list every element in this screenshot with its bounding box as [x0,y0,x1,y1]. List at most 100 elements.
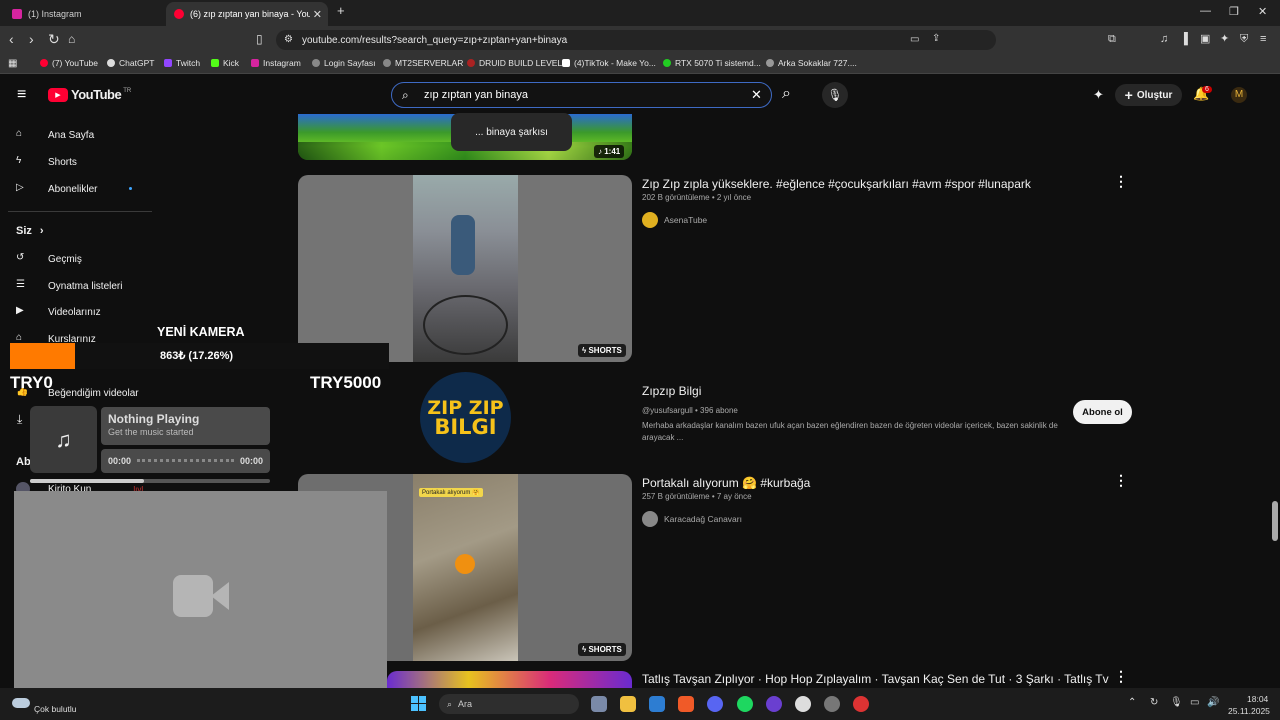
network-icon[interactable]: ▭ [1190,697,1199,708]
subscriptions-icon: ▷ [16,182,24,193]
more-options-icon[interactable]: ⋮ [1114,668,1128,685]
close-window-button[interactable]: ✕ [1258,5,1267,18]
windows-start-icon[interactable] [411,696,427,712]
create-button[interactable]: + Oluştur [1115,84,1182,106]
more-options-icon[interactable]: ⋮ [1114,472,1128,489]
more-options-icon[interactable]: ⋮ [1114,173,1128,190]
leo-ai-icon[interactable]: ✦ [1220,32,1229,46]
bookmark-kick[interactable]: Kick [211,58,239,68]
video-meta: 202 B görüntüleme • 2 yıl önce [642,193,752,202]
channel-link[interactable]: Karacadağ Canavarı [642,511,742,527]
wallet-icon[interactable]: ▣ [1200,32,1210,46]
bookmark-icon[interactable]: ▯ [256,32,263,46]
channel-link[interactable]: AsenaTube [642,212,707,228]
close-tab-icon[interactable]: ✕ [313,8,322,21]
search-input[interactable]: ⌕ zıp zıptan yan binaya ✕ [391,82,772,108]
tab-youtube[interactable]: (6) zıp zıptan yan binaya - YouTu ✕ [166,2,328,26]
weather-text[interactable]: Çok bulutlu [34,704,77,714]
minimize-button[interactable]: — [1200,5,1211,17]
maximize-button[interactable]: ❐ [1229,5,1239,18]
result-thumbnail[interactable]: ϟ SHORTS [298,175,632,362]
bookmark-login[interactable]: Login Sayfası [312,58,376,68]
obs-icon[interactable] [795,696,811,712]
tray-chevron-icon[interactable]: ⌃ [1128,697,1136,708]
microphone-tray-icon[interactable]: 🎙 [1170,697,1183,708]
result-thumbnail[interactable] [387,671,632,688]
power-icon [663,59,671,67]
sidebar-you-heading[interactable]: Siz › [16,225,44,237]
vpn-icon[interactable]: ⛨ [1240,32,1248,46]
bookmark-arka-sokaklar[interactable]: Arka Sokaklar 727.... [766,58,857,68]
back-icon[interactable]: ‹ [9,32,14,46]
cast-icon[interactable]: ▭ [910,34,919,45]
page-scrollbar[interactable] [1272,501,1278,541]
discord-icon[interactable] [707,696,723,712]
taskbar-search[interactable]: ⌕ Ara [439,694,579,714]
sidebar-item-history[interactable]: ↺ Geçmiş [16,252,82,266]
sidebar-item-your-videos[interactable]: ▶ Videolarınız [16,305,101,319]
bookmark-youtube[interactable]: (7) YouTube [40,58,98,68]
home-icon[interactable]: ⌂ [68,32,75,46]
brave-icon[interactable] [678,696,694,712]
reload-icon[interactable]: ↻ [48,32,60,46]
bookmark-instagram[interactable]: Instagram [251,58,301,68]
new-tab-button[interactable]: + [337,3,345,18]
subscribe-button[interactable]: Abone ol [1073,400,1132,424]
track-info: Nothing Playing Get the music started [101,407,270,445]
extensions-icon[interactable]: ⧉ [1108,32,1116,46]
taskbar-date[interactable]: 25.11.2025 [1228,706,1270,716]
sync-icon[interactable]: ↻ [1150,697,1158,708]
media-icon[interactable]: ♫ [1160,32,1168,46]
channel-title[interactable]: Zıpzıp Bilgi [642,384,701,398]
sidebar-item-playlists[interactable]: ☰ Oynatma listeleri [16,279,122,293]
youtube-logo[interactable]: ▶ YouTube TR [48,87,131,102]
bookmark-twitch[interactable]: Twitch [164,58,200,68]
bookmark-mt2[interactable]: MT2SERVERLAR [383,58,463,68]
share-icon[interactable]: ⇪ [932,33,940,44]
store-icon[interactable] [649,696,665,712]
bookmark-tiktok[interactable]: (4)TikTok - Make Yo... [562,58,656,68]
avatar[interactable]: M [1231,87,1247,103]
channel-logo[interactable]: ZIP ZIP BILGI [420,372,511,463]
bookmark-druid[interactable]: DRUID BUILD LEVEL [467,58,562,68]
bookmark-chatgpt[interactable]: ChatGPT [107,58,154,68]
sidebar-item-subscriptions[interactable]: ▷ Abonelikler [16,182,97,196]
hamburger-menu-icon[interactable]: ≡ [17,86,26,104]
seek-track[interactable] [137,459,234,463]
steam-icon[interactable] [824,696,840,712]
file-explorer-icon[interactable] [620,696,636,712]
bookmark-rtx[interactable]: RTX 5070 Ti sistemd... [663,58,761,68]
spotify-icon[interactable] [737,696,753,712]
playback-bar[interactable]: 00:00 00:00 [101,449,270,473]
app-icon[interactable] [766,696,782,712]
download-icon[interactable]: ⤓ [17,412,22,427]
voice-search-button[interactable]: 🎙 [822,82,848,108]
tab-instagram[interactable]: (1) Instagram [4,2,164,26]
time-start: 00:00 [108,456,132,466]
site-info-icon[interactable]: ⚙ [284,34,293,45]
donation-progress-fill [10,343,75,369]
sidebar-divider [8,211,152,212]
address-bar[interactable]: youtube.com/results?search_query=zıp+zıp… [276,30,996,50]
task-view-icon[interactable] [591,696,607,712]
weather-cloud-icon[interactable] [12,698,30,708]
sidebar-item-home[interactable]: ⌂ Ana Sayfa [16,128,94,142]
search-button[interactable]: ⌕ [782,85,791,103]
sidebar-icon[interactable]: ▐ [1180,32,1188,46]
video-title[interactable]: Tatlış Tavşan Zıplıyor · Hop Hop Zıplaya… [642,672,1109,686]
taskbar-time[interactable]: 18:04 [1247,694,1268,704]
sidebar-item-shorts[interactable]: ϟ Shorts [16,155,77,169]
menu-icon[interactable]: ≡ [1260,32,1266,46]
clear-search-icon[interactable]: ✕ [751,87,762,103]
forward-icon[interactable]: › [29,32,34,46]
notification-app-icon[interactable] [853,696,869,712]
history-icon: ↺ [16,252,25,263]
apps-grid-icon[interactable]: ▦ [8,58,17,69]
bookmark-label: RTX 5070 Ti sistemd... [675,58,761,68]
video-title[interactable]: Zıp Zıp zıpla yükseklere. #eğlence #çocu… [642,177,1031,191]
search-suggestion[interactable]: ... binaya şarkısı [451,113,572,151]
sparkle-icon[interactable]: ✦ [1093,87,1104,103]
volume-icon[interactable]: 🔊 [1207,697,1219,708]
video-title[interactable]: Portakalı alıyorum 🤗 #kurbağa [642,476,810,490]
youtube-icon [174,9,184,19]
